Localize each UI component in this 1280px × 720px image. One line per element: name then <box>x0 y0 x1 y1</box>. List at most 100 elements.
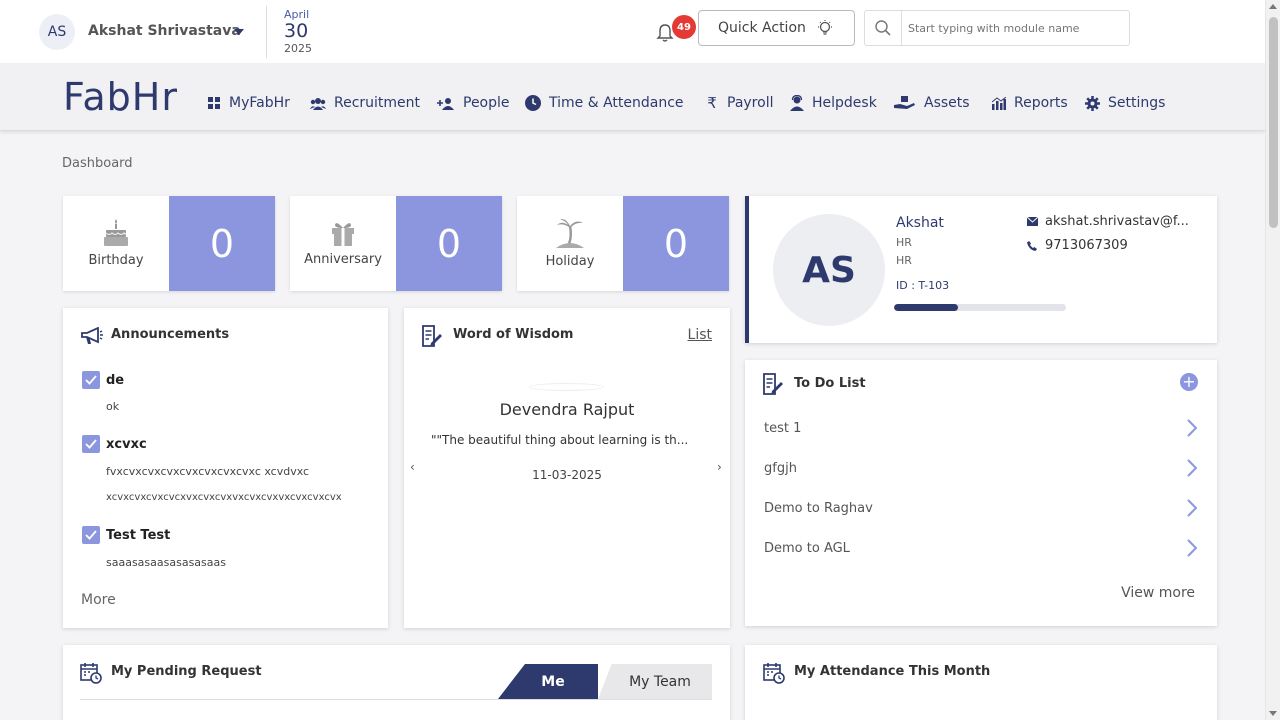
notification-badge[interactable]: 49 <box>672 15 696 39</box>
fabhr-logo[interactable]: FabHr <box>63 75 178 119</box>
user-avatar[interactable]: AS <box>39 14 75 50</box>
divider <box>80 699 712 700</box>
person-add-icon <box>437 96 455 110</box>
anniversary-stat-card[interactable]: Anniversary 0 <box>290 196 502 291</box>
announcements-title: Announcements <box>111 327 230 342</box>
nav-label: Reports <box>1014 95 1068 111</box>
stat-label-area: Birthday <box>63 196 169 291</box>
user-name[interactable]: Akshat Shrivastava <box>88 23 241 39</box>
nav-label: Assets <box>924 95 970 111</box>
nav-item-recruitment[interactable]: Recruitment <box>310 95 420 111</box>
scrollbar-thumb[interactable] <box>1269 17 1278 228</box>
announcement-title[interactable]: de <box>106 373 124 388</box>
todo-text: Demo to AGL <box>764 541 850 556</box>
nav-item-assets[interactable]: Assets <box>894 95 970 111</box>
nav-label: Settings <box>1108 95 1166 111</box>
quick-action-button[interactable]: Quick Action <box>698 10 855 46</box>
grid-icon <box>207 96 221 110</box>
scroll-up-arrow-icon[interactable] <box>1269 4 1277 9</box>
todo-item[interactable]: gfgjh <box>764 455 1197 485</box>
wisdom-author: Devendra Rajput <box>499 400 635 419</box>
date-day: 30 <box>284 20 309 42</box>
chevron-left-icon[interactable]: ‹ <box>410 460 415 474</box>
calendar-clock-icon <box>80 663 102 684</box>
wisdom-title: Word of Wisdom <box>453 327 574 342</box>
chevron-right-icon <box>1187 499 1197 517</box>
checkbox-icon[interactable] <box>82 526 100 544</box>
stat-label-area: Anniversary <box>290 196 396 291</box>
profile-progress-bar <box>894 304 1066 311</box>
todo-card: To Do List + test 1 gfgjh Demo to Raghav… <box>745 360 1217 626</box>
profile-phone[interactable]: 9713067309 <box>1027 238 1128 253</box>
calendar-clock-icon <box>763 663 785 684</box>
stat-value: 0 <box>169 196 275 291</box>
attendance-title: My Attendance This Month <box>794 664 991 679</box>
announcement-text: xcvxcvxcvxcvcxvxcvxcvxvxcvxcvxvxcvxcvxcv… <box>106 492 342 503</box>
tab-my-team[interactable]: My Team <box>598 664 712 699</box>
nav-label: Time & Attendance <box>549 95 684 111</box>
top-bar: AS Akshat Shrivastava April 30 2025 49 Q… <box>0 0 1265 63</box>
wisdom-list-link[interactable]: List <box>688 327 712 343</box>
chevron-right-icon <box>1187 539 1197 557</box>
todo-item[interactable]: Demo to AGL <box>764 535 1197 565</box>
author-photo <box>529 383 604 391</box>
group-icon <box>310 96 326 110</box>
stat-value: 0 <box>623 196 729 291</box>
birthday-stat-card[interactable]: Birthday 0 <box>63 196 275 291</box>
profile-email[interactable]: akshat.shrivastav@f... <box>1027 214 1189 229</box>
search-box <box>864 10 1130 46</box>
scroll-down-arrow-icon[interactable] <box>1269 711 1277 716</box>
tab-me[interactable]: Me <box>498 664 598 699</box>
profile-avatar[interactable]: AS <box>773 214 885 326</box>
checkbox-icon[interactable] <box>82 371 100 389</box>
nav-item-myfabhr[interactable]: MyFabHr <box>207 95 290 111</box>
todo-text: test 1 <box>764 421 802 436</box>
search-input[interactable] <box>902 11 1129 45</box>
nav-item-time-attendance[interactable]: Time & Attendance <box>525 95 684 111</box>
gear-icon <box>1085 95 1100 111</box>
announcements-card: Announcements de ok xcvxc fvxcvxcvxcvxcv… <box>63 308 388 628</box>
hand-box-icon <box>894 96 916 110</box>
nav-item-reports[interactable]: Reports <box>991 95 1068 111</box>
nav-label: MyFabHr <box>229 95 290 111</box>
todo-item[interactable]: test 1 <box>764 415 1197 445</box>
nav-item-payroll[interactable]: ₹ Payroll <box>705 94 774 112</box>
holiday-stat-card[interactable]: Holiday 0 <box>517 196 729 291</box>
support-agent-icon <box>789 95 804 111</box>
nav-label: Recruitment <box>334 95 421 111</box>
rupee-icon: ₹ <box>707 94 717 112</box>
vertical-scrollbar[interactable] <box>1265 0 1280 720</box>
gift-icon <box>332 223 354 246</box>
nav-item-people[interactable]: People <box>437 95 510 111</box>
mail-icon <box>1027 217 1039 226</box>
nav-label: Payroll <box>727 95 774 111</box>
todo-item[interactable]: Demo to Raghav <box>764 495 1197 525</box>
stat-value: 0 <box>396 196 502 291</box>
chevron-down-icon[interactable] <box>234 29 244 35</box>
checkbox-icon[interactable] <box>82 435 100 453</box>
edit-document-icon <box>763 373 783 395</box>
search-icon[interactable] <box>865 11 902 45</box>
announcement-title[interactable]: xcvxc <box>106 437 147 452</box>
chevron-right-icon[interactable]: › <box>717 460 722 474</box>
wisdom-date: 11-03-2025 <box>532 468 602 482</box>
palm-tree-icon <box>556 218 584 248</box>
todo-title: To Do List <box>794 376 866 391</box>
todo-text: gfgjh <box>764 461 797 476</box>
profile-name: Akshat <box>896 215 944 231</box>
wisdom-quote: ""The beautiful thing about learning is … <box>431 433 689 447</box>
main-nav: FabHr MyFabHr Recruitment People Time & … <box>0 63 1265 131</box>
nav-item-settings[interactable]: Settings <box>1085 95 1165 111</box>
pending-request-title: My Pending Request <box>111 664 262 679</box>
announcement-text: ok <box>106 400 120 413</box>
stat-label: Birthday <box>88 253 144 268</box>
announcement-title[interactable]: Test Test <box>106 528 170 543</box>
more-link[interactable]: More <box>81 592 116 608</box>
email-text: akshat.shrivastav@f... <box>1045 214 1189 229</box>
add-todo-button[interactable]: + <box>1180 373 1198 391</box>
phone-icon <box>1027 240 1039 251</box>
megaphone-icon <box>81 327 103 344</box>
announcement-text: fvxcvxcvxcvxcvxcvxcvxcvxc xcvdvxc <box>106 465 310 478</box>
nav-item-helpdesk[interactable]: Helpdesk <box>789 95 877 111</box>
view-more-link[interactable]: View more <box>1121 585 1195 601</box>
